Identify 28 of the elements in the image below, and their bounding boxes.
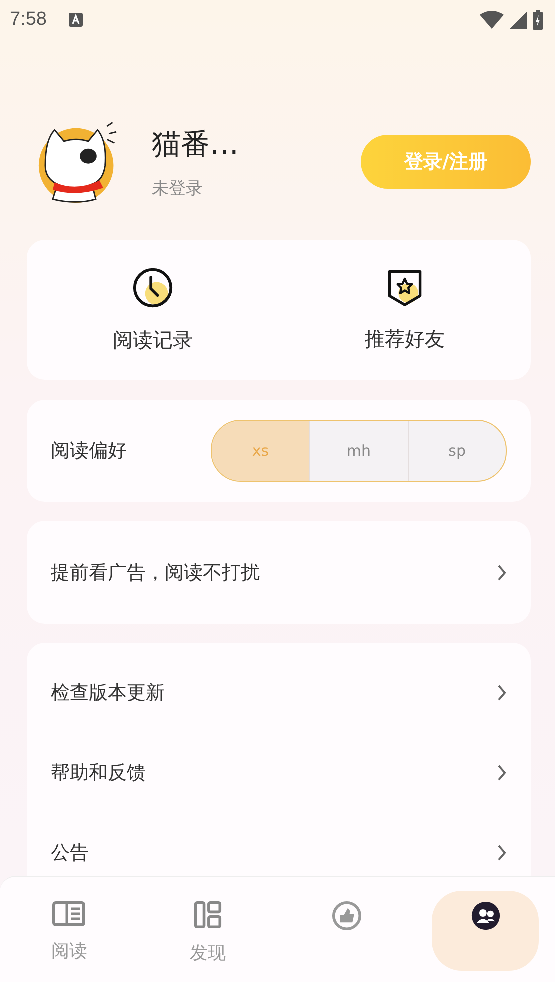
user-icon [470,901,501,931]
chevron-right-icon [497,684,507,702]
chevron-right-icon [497,764,507,782]
notification-icon [68,13,83,27]
star-badge-icon [387,268,423,308]
thumbs-up-icon [332,901,362,931]
user-name: 猫番… [152,126,240,162]
login-status: 未登录 [152,178,204,200]
menu-item[interactable]: 公告 [51,840,497,866]
status-time: 7:58 [10,9,47,31]
tab[interactable] [432,891,539,971]
shortcut-label[interactable]: 阅读记录 [113,326,193,354]
tab-label: 阅读 [51,940,88,963]
tab-label: 发现 [190,942,226,965]
ad-row-label: 提前看广告，阅读不打扰 [51,560,261,586]
chevron-right-icon [497,844,507,862]
battery-icon [533,10,543,30]
signal-icon [510,12,527,28]
menu-item[interactable]: 检查版本更新 [51,680,497,706]
chevron-right-icon [497,564,507,582]
menu-item[interactable]: 帮助和反馈 [51,760,497,786]
layout-icon [194,901,222,929]
preference-label: 阅读偏好 [51,439,128,464]
wifi-icon [480,11,504,29]
shortcut-label[interactable]: 推荐好友 [365,326,445,352]
book-icon [52,901,86,927]
clock-icon [132,266,174,308]
ad-row[interactable]: 提前看广告，阅读不打扰 [27,521,531,624]
